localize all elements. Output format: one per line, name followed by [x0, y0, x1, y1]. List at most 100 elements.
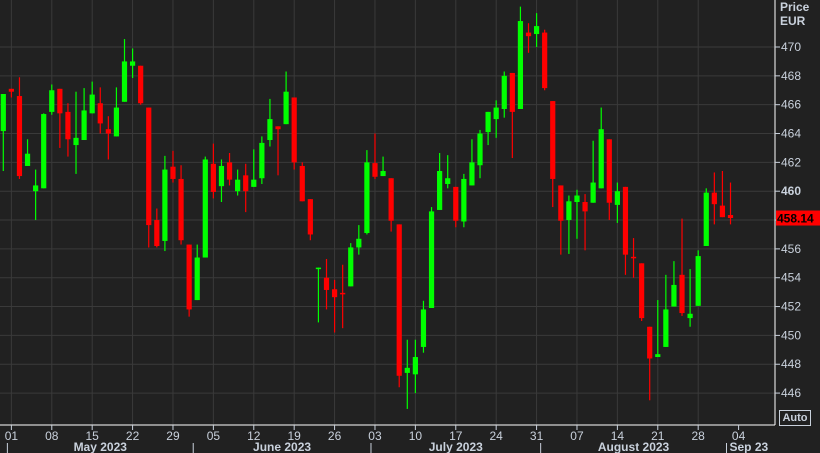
candle-up [445, 178, 451, 184]
candle-up [33, 185, 39, 192]
candle-up [162, 169, 168, 241]
candle-down [340, 292, 346, 295]
candle-down [323, 277, 330, 290]
candle-up [129, 61, 136, 66]
candle-up [113, 107, 120, 137]
candle-down [558, 185, 564, 221]
candle-up [202, 159, 208, 258]
candle-up [0, 94, 6, 132]
candle-up [412, 357, 418, 375]
candle-up [315, 267, 322, 270]
candle-down [525, 32, 532, 37]
candle-up [259, 142, 265, 179]
auto-scale-button[interactable]: Auto [779, 410, 811, 426]
candle-up [501, 75, 507, 110]
candle-down [275, 126, 281, 130]
candle-down [146, 107, 152, 226]
candle-down [138, 65, 144, 104]
candle-down [170, 166, 176, 179]
y-tick-label: 466 [781, 98, 801, 112]
candle-up [469, 162, 475, 186]
y-tick-label: 456 [781, 242, 801, 256]
candle-up [590, 182, 596, 203]
candle-down [243, 175, 249, 192]
candle-down [186, 244, 192, 310]
candle-down [679, 274, 685, 314]
candle-down [639, 263, 645, 319]
y-tick-label: 468 [781, 69, 801, 83]
candle-up [517, 21, 524, 110]
candle-up [485, 111, 491, 133]
candle-down [582, 202, 588, 212]
candle-down [307, 199, 313, 235]
candle-down [630, 256, 637, 259]
candle-up [477, 133, 483, 166]
candle-down [291, 97, 297, 163]
candle-down [16, 96, 23, 177]
month-label: Sep 23 [730, 440, 769, 453]
x-tick-label: 05 [207, 429, 221, 443]
candle-up [420, 309, 427, 347]
axis-currency-label: Price [780, 0, 810, 14]
candle-up [614, 191, 620, 205]
candle-down [542, 32, 548, 89]
candle-up [348, 247, 354, 287]
y-tick-label: 460 [781, 184, 801, 198]
candle-down [647, 326, 653, 359]
candle-up [655, 354, 661, 358]
candle-up [235, 179, 241, 192]
candle-up [73, 137, 79, 146]
candle-up [356, 238, 362, 248]
candle-down [622, 186, 629, 255]
x-tick-label: 07 [570, 429, 584, 443]
candle-up [493, 107, 499, 120]
y-tick-label: 470 [781, 40, 801, 54]
candle-up [404, 367, 410, 373]
x-tick-label: 10 [409, 429, 423, 443]
y-tick-label: 448 [781, 357, 801, 371]
y-tick-label: 462 [781, 155, 801, 169]
candle-down [509, 72, 515, 112]
x-tick-label: 08 [45, 429, 59, 443]
candle-down [8, 88, 14, 92]
month-label: May 2023 [74, 440, 128, 453]
grid [0, 0, 776, 426]
candle-up [695, 256, 701, 306]
candle-up [663, 309, 669, 347]
candle-up [194, 257, 200, 301]
candle-up [437, 171, 443, 210]
last-price-marker: 458.14 [776, 210, 820, 226]
candle-up [428, 211, 435, 309]
candle-up [81, 110, 87, 141]
candle-up [461, 178, 467, 222]
candle-up [121, 61, 128, 102]
candle-up [89, 94, 95, 114]
candle-down [105, 129, 111, 134]
candles [0, 6, 734, 409]
price-axis: Price EUR 446448450452454456458460462464… [775, 0, 810, 400]
month-label: August 2023 [598, 440, 670, 453]
candle-down [453, 186, 459, 221]
candle-up [218, 165, 225, 187]
candle-down [57, 88, 63, 114]
x-tick-label: 28 [692, 429, 706, 443]
candle-up [267, 119, 273, 141]
x-tick-label: 01 [5, 429, 19, 443]
candle-up [251, 179, 257, 187]
candle-down [727, 214, 734, 219]
month-label: June 2023 [253, 440, 311, 453]
y-tick-label: 450 [781, 328, 801, 342]
candle-down [606, 139, 612, 203]
candle-up [41, 114, 47, 189]
candle-up [283, 91, 289, 125]
candle-down [299, 165, 305, 202]
candle-down [372, 163, 378, 177]
date-axis: 01 08 15 22 29 05 12 19 26 03 10 17 24 31 07 14 21 28 04Ma… [5, 425, 769, 453]
candle-down [154, 220, 160, 246]
candle-down [65, 111, 71, 140]
candle-up [687, 313, 693, 319]
x-tick-label: 29 [166, 429, 180, 443]
candle-up [533, 26, 540, 35]
candle-up [598, 129, 604, 189]
candle-down [711, 192, 717, 205]
